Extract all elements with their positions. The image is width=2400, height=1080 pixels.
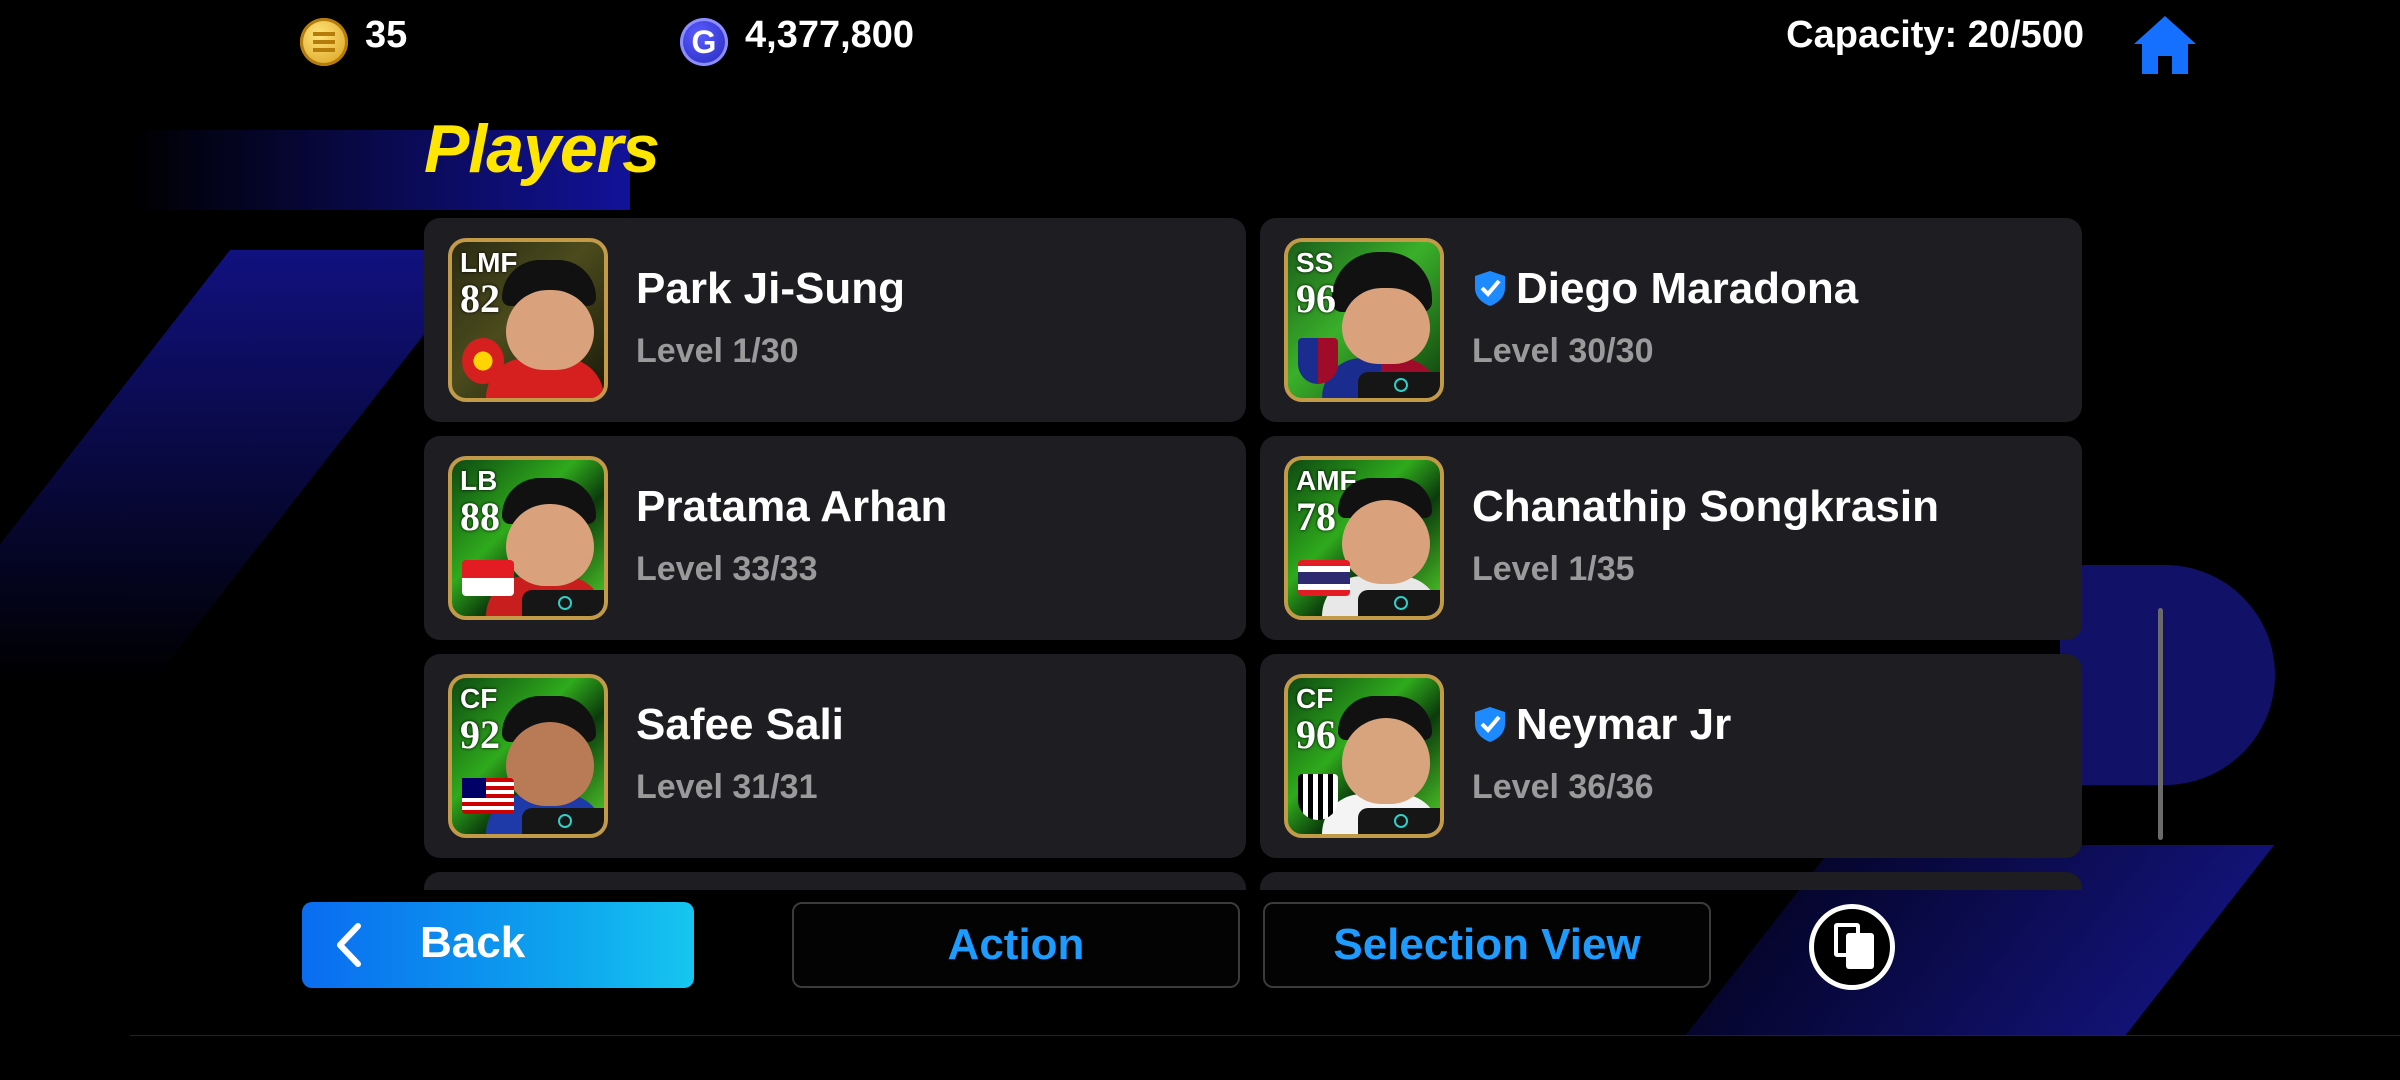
player-avatar: CF 96 (1284, 674, 1444, 838)
background-slash (0, 250, 490, 680)
player-rating: 96 (1296, 712, 1336, 757)
chevron-left-icon (337, 923, 361, 967)
back-button[interactable]: Back (302, 902, 694, 988)
background-shape (2060, 565, 2275, 785)
player-rating: 82 (460, 276, 500, 321)
player-level: Level 33/33 (636, 550, 818, 588)
player-rating: 88 (460, 494, 500, 539)
divider (130, 1035, 2400, 1036)
player-position: SS (1296, 247, 1334, 278)
scrollbar[interactable] (2158, 608, 2163, 840)
player-avatar: LMF 82 (448, 238, 608, 402)
player-rating: 78 (1296, 494, 1336, 539)
player-name: Park Ji-Sung (636, 264, 905, 313)
copy-icon[interactable] (1809, 904, 1895, 990)
page-title: Players (424, 111, 660, 187)
gp-balance: 4,377,800 (745, 14, 915, 56)
player-position: AMF (1296, 465, 1357, 496)
player-card[interactable]: AMF 78 Chanathip Songkrasin Level 1/35 (1260, 436, 2082, 640)
player-name-text: Neymar Jr (1516, 700, 1732, 749)
home-icon[interactable] (2130, 10, 2200, 80)
club-badge-icon (1298, 338, 1338, 384)
player-avatar: CF 92 (448, 674, 608, 838)
top-bar: 35 G 4,377,800 Capacity: 20/500 (0, 0, 2400, 80)
player-position: LB (460, 465, 498, 496)
player-level: Level 36/36 (1472, 768, 1654, 806)
player-level: Level 31/31 (636, 768, 818, 806)
player-level: Level 30/30 (1472, 332, 1654, 370)
player-level: Level 1/30 (636, 332, 799, 370)
player-name: Neymar Jr (1472, 700, 1731, 750)
player-name: Chanathip Songkrasin (1472, 482, 1939, 531)
player-position: CF (1296, 683, 1334, 714)
club-badge-icon (1298, 774, 1338, 820)
coin-balance: 35 (365, 14, 408, 56)
player-card[interactable]: LB 88 Pratama Arhan Level 33/33 (424, 436, 1246, 640)
player-position: CF (460, 683, 498, 714)
gp-icon: G (680, 18, 728, 66)
player-name-text: Diego Maradona (1516, 264, 1859, 313)
player-card[interactable]: CF 92 Safee Sali Level 31/31 (424, 654, 1246, 858)
player-card[interactable]: LMF 82 Park Ji-Sung Level 1/30 (424, 218, 1246, 422)
verified-shield-icon (1475, 271, 1505, 306)
capacity-label: Capacity: 20/500 (1786, 14, 2084, 56)
player-name: Diego Maradona (1472, 264, 1858, 314)
player-card[interactable]: SS 96 Diego Maradona Level 30/30 (1260, 218, 2082, 422)
player-card-partial[interactable] (1260, 872, 2082, 890)
player-card[interactable]: CF 96 Neymar Jr Level 36/36 (1260, 654, 2082, 858)
selection-view-button[interactable]: Selection View (1263, 902, 1711, 988)
player-position: LMF (460, 247, 518, 278)
player-name: Safee Sali (636, 700, 844, 749)
player-rating: 96 (1296, 276, 1336, 321)
thailand-flag-icon (1298, 560, 1350, 596)
player-list[interactable]: LMF 82 Park Ji-Sung Level 1/30 SS 96 Die… (424, 218, 2082, 890)
back-label: Back (420, 918, 526, 967)
indonesia-flag-icon (462, 560, 514, 596)
player-avatar: AMF 78 (1284, 456, 1444, 620)
player-name: Pratama Arhan (636, 482, 948, 531)
player-card-partial[interactable] (424, 872, 1246, 890)
player-rating: 92 (460, 712, 500, 757)
player-avatar: SS 96 (1284, 238, 1444, 402)
verified-shield-icon (1475, 707, 1505, 742)
player-avatar: LB 88 (448, 456, 608, 620)
action-button[interactable]: Action (792, 902, 1240, 988)
ecoin-icon (300, 18, 348, 66)
malaysia-flag-icon (462, 778, 514, 814)
player-level: Level 1/35 (1472, 550, 1635, 588)
club-badge-icon (462, 338, 504, 384)
